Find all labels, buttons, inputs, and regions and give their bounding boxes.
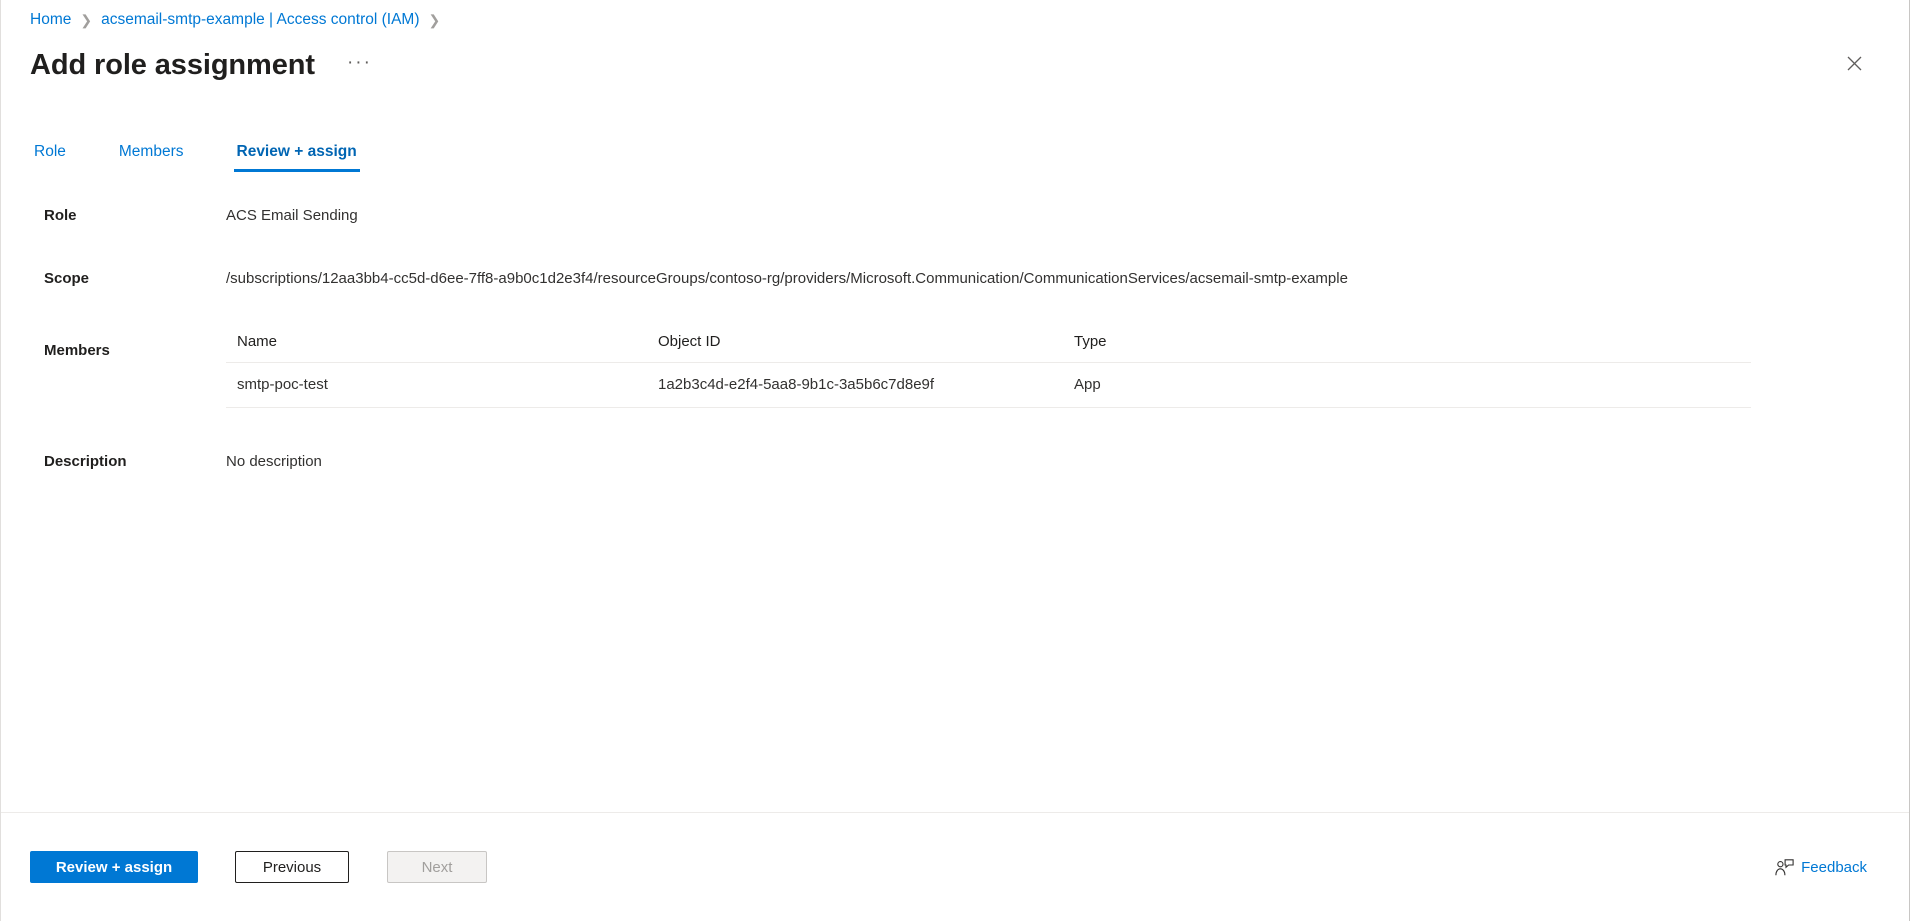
- members-row: Members Name Object ID Type smtp-poc-tes…: [1, 333, 1909, 408]
- table-header-row: Name Object ID Type: [226, 333, 1751, 363]
- description-value: No description: [226, 453, 322, 470]
- next-button: Next: [387, 851, 487, 883]
- tab-members[interactable]: Members: [116, 143, 187, 172]
- cell-member-object-id: 1a2b3c4d-e2f4-5aa8-9b1c-3a5b6c7d8e9f: [647, 362, 1063, 408]
- title-row: Add role assignment ···: [1, 34, 1909, 88]
- chevron-right-icon: ❯: [80, 12, 93, 28]
- chevron-right-icon: ❯: [428, 12, 441, 28]
- role-row: Role ACS Email Sending: [1, 206, 1909, 226]
- column-header-type: Type: [1063, 333, 1751, 363]
- role-value: ACS Email Sending: [226, 207, 358, 224]
- review-content: Role ACS Email Sending Scope /subscripti…: [1, 172, 1909, 812]
- table-row: smtp-poc-test 1a2b3c4d-e2f4-5aa8-9b1c-3a…: [226, 362, 1751, 408]
- scope-label: Scope: [44, 270, 90, 287]
- column-header-name: Name: [226, 333, 647, 363]
- review-assign-button[interactable]: Review + assign: [30, 851, 198, 883]
- role-label: Role: [44, 207, 77, 224]
- feedback-label: Feedback: [1801, 858, 1867, 876]
- previous-button[interactable]: Previous: [235, 851, 349, 883]
- tab-role[interactable]: Role: [31, 143, 69, 172]
- column-header-object-id: Object ID: [647, 333, 1063, 363]
- add-role-assignment-blade: Home ❯ acsemail-smtp-example | Access co…: [0, 0, 1910, 921]
- tab-review-assign[interactable]: Review + assign: [233, 143, 360, 172]
- cell-member-type: App: [1063, 362, 1751, 408]
- breadcrumb-item-access-control[interactable]: acsemail-smtp-example | Access control (…: [101, 11, 419, 29]
- more-options-icon[interactable]: ···: [341, 50, 378, 82]
- members-table: Name Object ID Type smtp-poc-test 1a2b3c…: [226, 333, 1751, 408]
- page-title: Add role assignment: [30, 49, 315, 82]
- scope-row: Scope /subscriptions/12aa3bb4-cc5d-d6ee-…: [1, 269, 1909, 289]
- members-label: Members: [44, 342, 110, 359]
- description-label: Description: [44, 453, 127, 470]
- close-icon[interactable]: [1838, 47, 1870, 79]
- feedback-link[interactable]: Feedback: [1775, 859, 1875, 876]
- scope-value: /subscriptions/12aa3bb4-cc5d-d6ee-7ff8-a…: [226, 270, 1348, 287]
- blade-footer: Review + assign Previous Next Feedback: [1, 812, 1909, 921]
- breadcrumb: Home ❯ acsemail-smtp-example | Access co…: [1, 0, 1909, 34]
- cell-member-name: smtp-poc-test: [226, 362, 647, 408]
- person-feedback-icon: [1775, 858, 1794, 876]
- description-row: Description No description: [1, 452, 1909, 472]
- breadcrumb-item-home[interactable]: Home: [30, 11, 71, 29]
- wizard-tabs: Role Members Review + assign: [1, 132, 1909, 172]
